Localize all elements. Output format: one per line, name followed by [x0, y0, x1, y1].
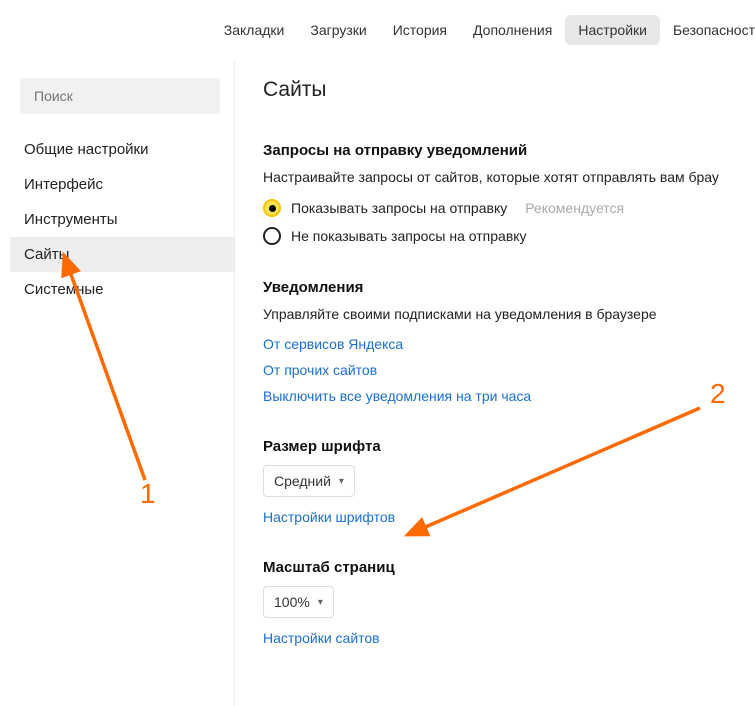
radio-hide-requests[interactable]: Не показывать запросы на отправку [263, 227, 755, 245]
heading-notification-requests: Запросы на отправку уведомлений [263, 142, 755, 159]
sidebar-item-general[interactable]: Общие настройки [10, 132, 234, 167]
heading-font-size: Размер шрифта [263, 438, 755, 455]
topnav-addons[interactable]: Дополнения [460, 15, 565, 45]
radio-show-requests[interactable]: Показывать запросы на отправку Рекоменду… [263, 199, 755, 217]
desc-notifications: Управляйте своими подписками на уведомле… [263, 306, 755, 322]
heading-page-scale: Масштаб страниц [263, 559, 755, 576]
section-notification-requests: Запросы на отправку уведомлений Настраив… [263, 142, 755, 245]
annotation-label-2: 2 [710, 378, 726, 410]
section-notifications: Уведомления Управляйте своими подписками… [263, 279, 755, 404]
section-page-scale: Масштаб страниц 100% ▾ Настройки сайтов [263, 559, 755, 646]
annotation-label-1: 1 [140, 478, 156, 510]
section-font-size: Размер шрифта Средний ▾ Настройки шрифто… [263, 438, 755, 525]
link-yandex-services[interactable]: От сервисов Яндекса [263, 336, 755, 352]
link-other-sites[interactable]: От прочих сайтов [263, 362, 755, 378]
radio-icon-unchecked [263, 227, 281, 245]
chevron-down-icon: ▾ [318, 597, 323, 608]
recommended-label: Рекомендуется [525, 200, 624, 216]
content-area: Сайты Запросы на отправку уведомлений На… [235, 60, 755, 706]
sidebar-item-system[interactable]: Системные [10, 272, 234, 307]
topnav-history[interactable]: История [380, 15, 460, 45]
link-site-settings[interactable]: Настройки сайтов [263, 630, 755, 646]
select-font-size[interactable]: Средний ▾ [263, 465, 355, 497]
select-page-scale[interactable]: 100% ▾ [263, 586, 334, 618]
topnav-bookmarks[interactable]: Закладки [211, 15, 298, 45]
sidebar-item-tools[interactable]: Инструменты [10, 202, 234, 237]
sidebar: Общие настройки Интерфейс Инструменты Са… [0, 60, 235, 706]
topnav-security[interactable]: Безопасност [660, 15, 755, 45]
radio-label-show: Показывать запросы на отправку [291, 200, 507, 216]
radio-label-hide: Не показывать запросы на отправку [291, 228, 527, 244]
top-nav: Закладки Загрузки История Дополнения Нас… [0, 0, 755, 60]
link-font-settings[interactable]: Настройки шрифтов [263, 509, 755, 525]
select-font-size-value: Средний [274, 473, 331, 489]
topnav-settings[interactable]: Настройки [565, 15, 660, 45]
sidebar-item-interface[interactable]: Интерфейс [10, 167, 234, 202]
select-page-scale-value: 100% [274, 594, 310, 610]
search-input[interactable] [20, 78, 220, 114]
radio-icon-checked [263, 199, 281, 217]
chevron-down-icon: ▾ [339, 476, 344, 487]
page-title: Сайты [263, 78, 755, 102]
topnav-downloads[interactable]: Загрузки [297, 15, 379, 45]
link-disable-three-hours[interactable]: Выключить все уведомления на три часа [263, 388, 755, 404]
heading-notifications: Уведомления [263, 279, 755, 296]
desc-notification-requests: Настраивайте запросы от сайтов, которые … [263, 169, 755, 185]
sidebar-item-sites[interactable]: Сайты [10, 237, 234, 272]
